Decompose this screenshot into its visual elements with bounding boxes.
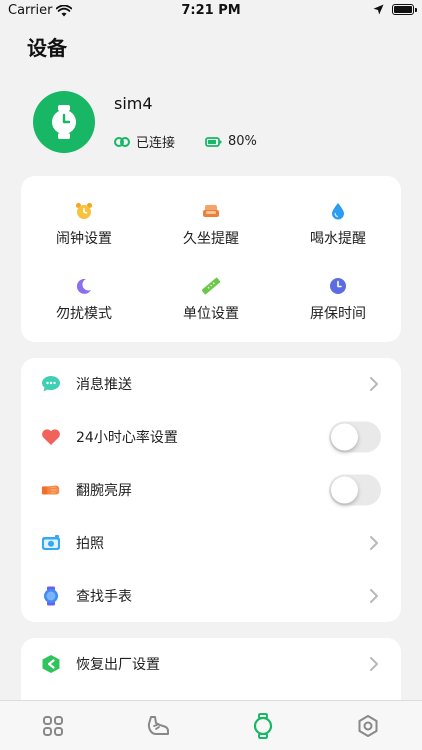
watch-icon [253, 713, 273, 739]
tab-dashboard[interactable] [40, 713, 66, 739]
location-arrow-icon [373, 4, 384, 15]
grid-item-sedentary[interactable]: 久坐提醒 [148, 202, 274, 248]
setting-wrist-wake: 翻腕亮屏 [21, 464, 401, 516]
setting-label: 消息推送 [76, 377, 132, 393]
heart-icon [41, 427, 61, 447]
grid-item-label: 单位设置 [183, 306, 239, 322]
setting-label: 24小时心率设置 [76, 430, 178, 446]
tab-activity[interactable] [145, 713, 171, 739]
shoe-icon [147, 716, 169, 735]
battery-status: 80% [205, 134, 257, 149]
link-icon [114, 136, 130, 147]
quick-settings-card: 闹钟设置 久坐提醒 喝水提醒 勿扰模式 单位设置 屏保时间 [21, 176, 401, 342]
setting-factory-reset[interactable]: 恢复出厂设置 [21, 638, 401, 690]
setting-label: 查找手表 [76, 589, 132, 605]
watch-icon [41, 586, 61, 606]
status-right [373, 4, 417, 15]
clock-icon [329, 277, 347, 295]
tab-device[interactable] [250, 713, 276, 739]
connection-label: 已连接 [136, 136, 176, 151]
watch-icon [52, 105, 76, 139]
device-name: sim4 [114, 94, 153, 113]
page-title: 设备 [27, 36, 67, 60]
grid-item-label: 屏保时间 [310, 306, 366, 322]
settings-list-2: 恢复出厂设置 [21, 638, 401, 700]
toggle-knob [331, 476, 358, 504]
device-stats: 已连接 80% [114, 132, 287, 151]
setting-camera[interactable]: 拍照 [21, 517, 401, 569]
wrist-icon [41, 480, 61, 500]
dashboard-grid-icon [43, 716, 63, 736]
chevron-right-icon [370, 536, 378, 550]
grid-item-units[interactable]: 单位设置 [148, 277, 274, 323]
status-time: 7:21 PM [181, 3, 241, 18]
tab-settings[interactable] [355, 713, 381, 739]
factory-reset-icon [41, 654, 61, 674]
device-avatar [33, 91, 95, 153]
setting-find-watch[interactable]: 查找手表 [21, 570, 401, 622]
wrist-wake-toggle[interactable] [329, 474, 381, 506]
chat-bubble-icon [41, 374, 61, 394]
setting-heart-rate: 24小时心率设置 [21, 411, 401, 463]
tab-bar [0, 700, 422, 750]
settings-hex-icon [358, 715, 378, 737]
heart-rate-toggle[interactable] [329, 421, 381, 453]
chevron-right-icon [370, 589, 378, 603]
grid-item-dnd[interactable]: 勿扰模式 [21, 277, 147, 323]
sofa-icon [202, 202, 220, 220]
chevron-right-icon [370, 377, 378, 391]
grid-item-label: 喝水提醒 [310, 231, 366, 247]
chevron-right-icon [370, 657, 378, 671]
status-bar: Carrier 7:21 PM [0, 0, 422, 24]
water-drop-icon [329, 202, 347, 220]
moon-icon [75, 277, 93, 295]
setting-label: 恢复出厂设置 [76, 657, 160, 673]
battery-label: 80% [228, 134, 257, 149]
grid-item-label: 闹钟设置 [56, 231, 112, 247]
grid-item-label: 勿扰模式 [56, 306, 112, 322]
camera-icon [41, 533, 61, 553]
grid-item-water[interactable]: 喝水提醒 [275, 202, 401, 248]
battery-level-icon [205, 136, 222, 147]
setting-label: 拍照 [76, 536, 104, 552]
setting-message-push[interactable]: 消息推送 [21, 358, 401, 410]
grid-item-label: 久坐提醒 [183, 231, 239, 247]
setting-label: 翻腕亮屏 [76, 483, 132, 499]
grid-item-screensaver[interactable]: 屏保时间 [275, 277, 401, 323]
settings-list: 消息推送 24小时心率设置 翻腕亮屏 拍照 查找手表 [21, 358, 401, 622]
ruler-icon [202, 277, 220, 295]
connection-status: 已连接 [114, 132, 175, 151]
battery-icon [392, 4, 417, 15]
alarm-clock-icon [75, 202, 93, 220]
toggle-knob [331, 423, 358, 451]
grid-item-alarm[interactable]: 闹钟设置 [21, 202, 147, 248]
